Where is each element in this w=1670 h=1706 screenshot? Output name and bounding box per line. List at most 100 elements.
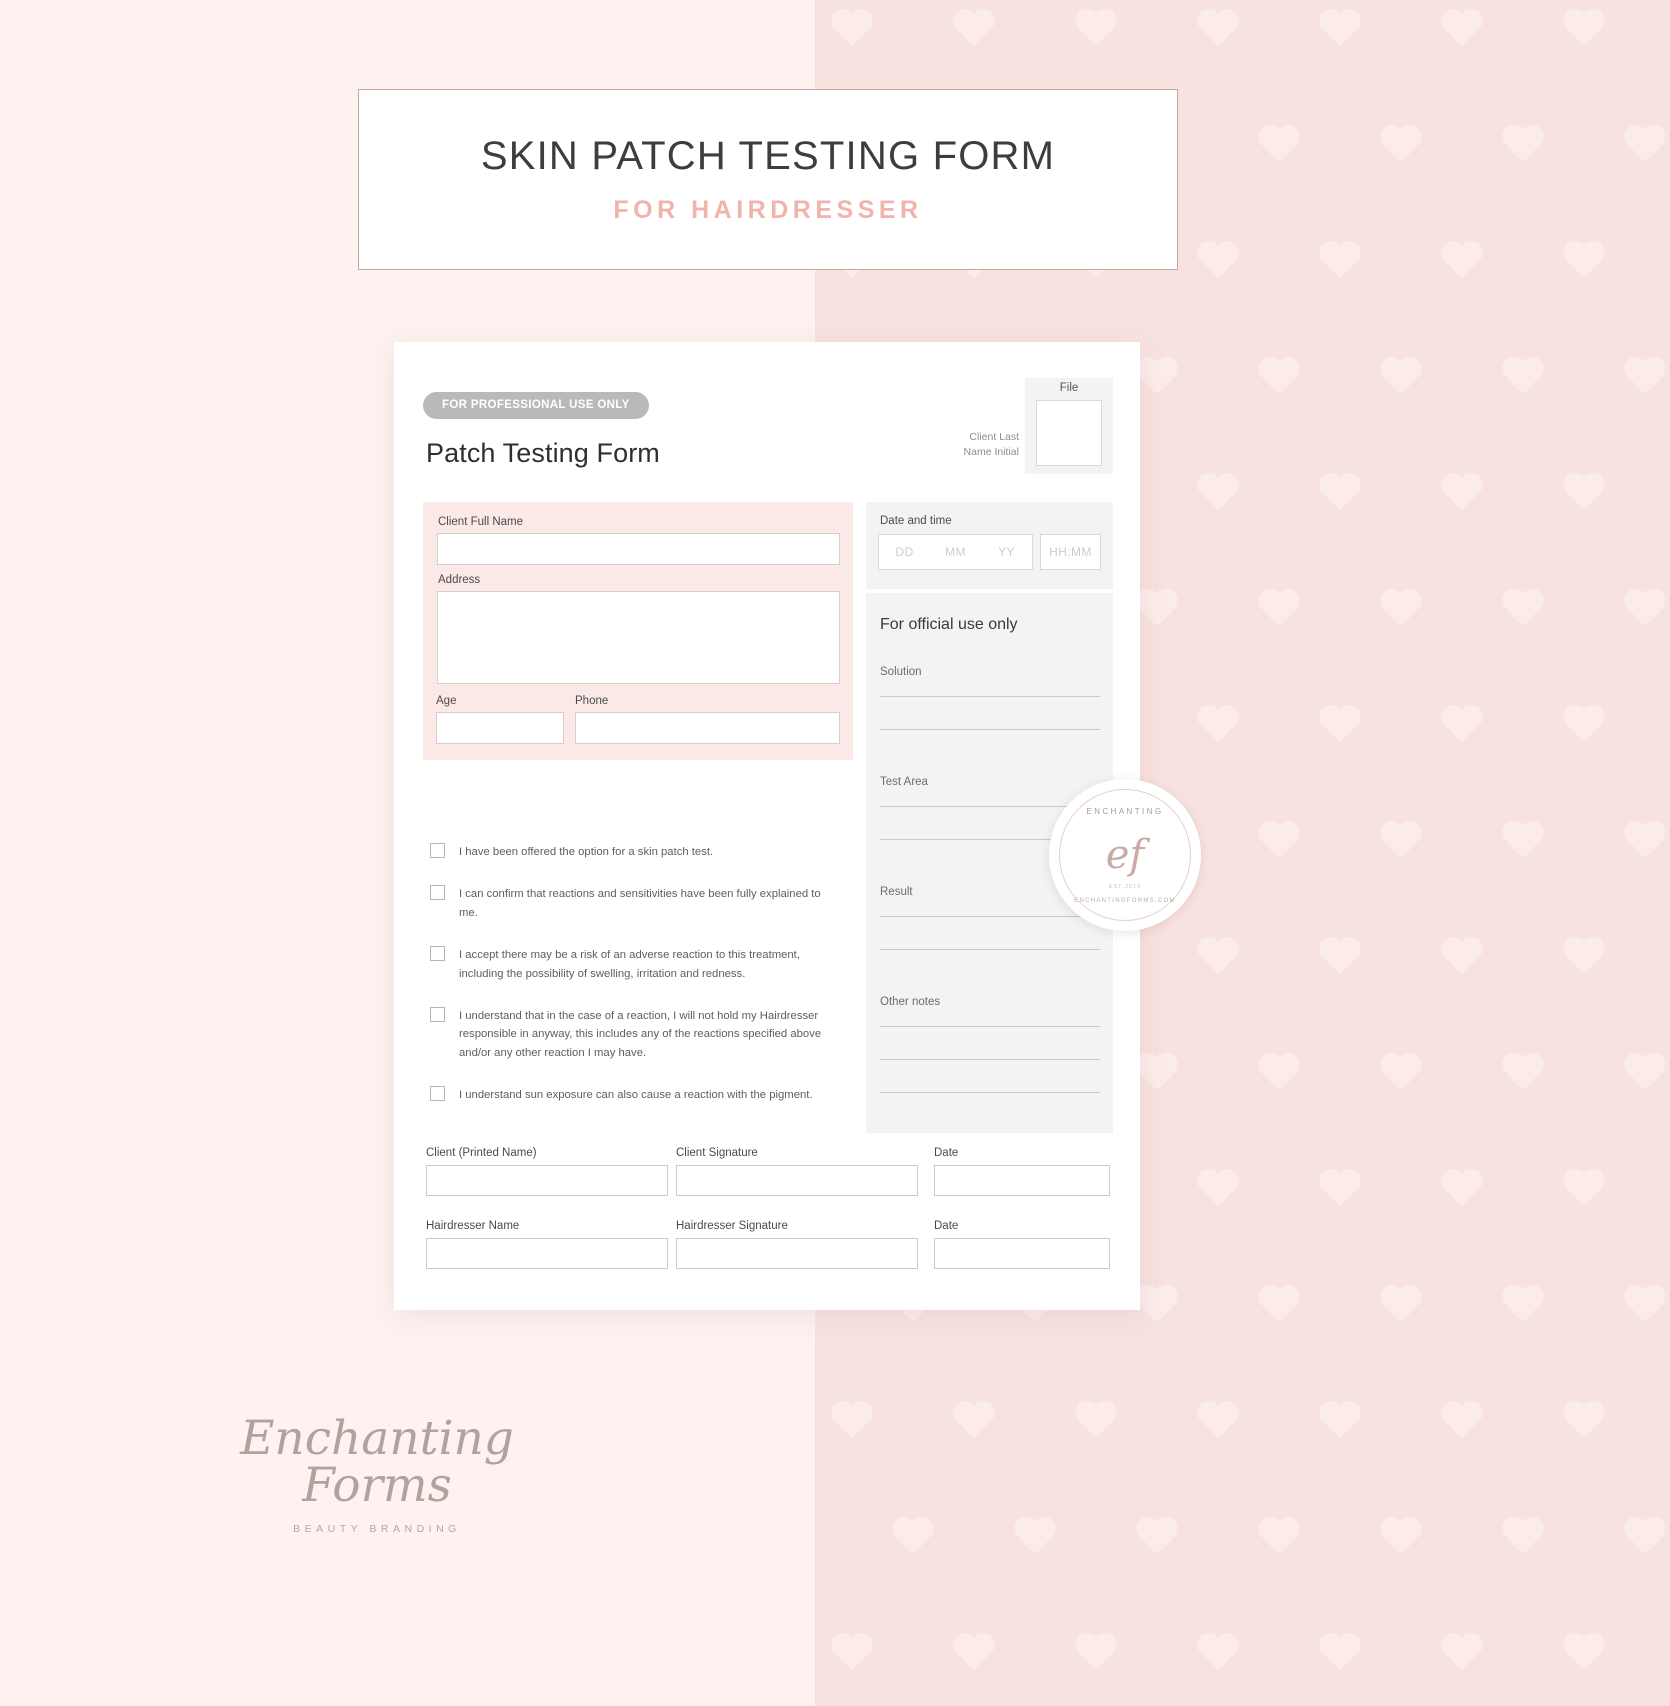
heart-icon [829, 1402, 875, 1444]
age-input[interactable] [436, 712, 564, 744]
heart-icon [1622, 822, 1668, 864]
heart-icon [1317, 242, 1363, 284]
professional-use-badge: FOR PROFESSIONAL USE ONLY [423, 392, 649, 419]
consent-list: I have been offered the option for a ski… [424, 842, 824, 1127]
month-input[interactable]: MM [930, 535, 981, 569]
heart-icon [1378, 126, 1424, 168]
heart-icon [1317, 938, 1363, 980]
client-signature-input[interactable] [676, 1165, 918, 1196]
other-notes-write-line-1[interactable] [880, 1026, 1100, 1027]
brand-stamp-watermark: ENCHANTING ef EST 2019 ENCHANTINGFORMS.C… [1049, 779, 1201, 931]
heart-icon [1500, 1054, 1546, 1096]
client-info-block: Client Full Name Address Age Phone [423, 502, 853, 760]
brand-name: Enchanting Forms [240, 1411, 514, 1513]
heart-icon [1561, 10, 1607, 52]
file-dropzone[interactable] [1036, 400, 1102, 466]
other-notes-write-line-2[interactable] [880, 1059, 1100, 1060]
heart-icon [1622, 126, 1668, 168]
heart-icon [1378, 358, 1424, 400]
client-date-input[interactable] [934, 1165, 1110, 1196]
address-input[interactable] [437, 591, 840, 684]
consent-text: I can confirm that reactions and sensiti… [459, 888, 821, 919]
consent-text: I accept there may be a risk of an adver… [459, 949, 800, 980]
heart-icon [1256, 126, 1302, 168]
checkbox-icon[interactable] [430, 1086, 445, 1101]
heart-icon [1561, 242, 1607, 284]
hairdresser-name-cell: Hairdresser Name [426, 1220, 668, 1269]
consent-item[interactable]: I understand sun exposure can also cause… [424, 1085, 824, 1103]
other-notes-write-line-3[interactable] [880, 1092, 1100, 1093]
heart-icon [1500, 358, 1546, 400]
page-title: SKIN PATCH TESTING FORM [480, 134, 1056, 178]
heart-icon [1134, 1286, 1180, 1328]
year-input[interactable]: YY [981, 535, 1032, 569]
heart-icon [1439, 242, 1485, 284]
heart-icon [1439, 1634, 1485, 1676]
client-printed-name-label: Client (Printed Name) [426, 1147, 537, 1159]
heart-icon [1622, 1518, 1668, 1560]
heart-icon [1195, 1402, 1241, 1444]
heart-icon [951, 1634, 997, 1676]
heart-icon [1134, 358, 1180, 400]
heart-icon [890, 1518, 936, 1560]
page-subtitle: FOR HAIRDRESSER [613, 196, 923, 224]
consent-item[interactable]: I accept there may be a risk of an adver… [424, 945, 824, 982]
client-printed-name-input[interactable] [426, 1165, 668, 1196]
heart-icon [1073, 1634, 1119, 1676]
test-area-label: Test Area [880, 776, 928, 788]
heart-icon [1317, 706, 1363, 748]
heart-icon [1073, 1402, 1119, 1444]
stamp-ring: ENCHANTING ef EST 2019 ENCHANTINGFORMS.C… [1059, 789, 1191, 921]
heart-icon [1561, 1170, 1607, 1212]
solution-write-line-2[interactable] [880, 729, 1100, 730]
solution-label: Solution [880, 666, 922, 678]
client-signature-label: Client Signature [676, 1147, 758, 1159]
heart-icon [1195, 1634, 1241, 1676]
hairdresser-signature-input[interactable] [676, 1238, 918, 1269]
hairdresser-date-input[interactable] [934, 1238, 1110, 1269]
heart-icon [1439, 706, 1485, 748]
checkbox-icon[interactable] [430, 885, 445, 901]
heart-icon [1195, 474, 1241, 516]
file-box: File [1025, 378, 1113, 474]
heart-icon [1500, 1286, 1546, 1328]
client-full-name-input[interactable] [437, 533, 840, 565]
heart-icon [1622, 358, 1668, 400]
stamp-established-text: EST 2019 [1108, 884, 1142, 890]
consent-item[interactable]: I can confirm that reactions and sensiti… [424, 884, 824, 921]
heart-icon [1439, 474, 1485, 516]
checkbox-icon[interactable] [430, 1006, 445, 1022]
consent-item[interactable]: I understand that in the case of a react… [424, 1006, 824, 1061]
day-input[interactable]: DD [879, 535, 930, 569]
checkbox-icon[interactable] [430, 843, 445, 858]
client-last-name-initial-label: Client Last Name Initial [963, 431, 1019, 459]
heart-icon [1134, 1518, 1180, 1560]
result-write-line-2[interactable] [880, 949, 1100, 950]
hairdresser-date-label: Date [934, 1220, 959, 1232]
client-date-label: Date [934, 1147, 959, 1159]
heart-icon [1195, 706, 1241, 748]
heart-icon [829, 1634, 875, 1676]
heart-icon [1256, 822, 1302, 864]
hairdresser-signature-label: Hairdresser Signature [676, 1220, 788, 1232]
phone-input[interactable] [575, 712, 840, 744]
heart-icon [1317, 1170, 1363, 1212]
heart-icon [829, 10, 875, 52]
phone-label: Phone [575, 695, 609, 707]
date-input-group[interactable]: DD MM YY [878, 534, 1033, 570]
hairdresser-name-input[interactable] [426, 1238, 668, 1269]
heart-icon [1378, 1286, 1424, 1328]
time-input[interactable]: HH:MM [1040, 534, 1101, 570]
solution-write-line-1[interactable] [880, 696, 1100, 697]
footer-branding: Enchanting Forms BEAUTY BRANDING [207, 1415, 547, 1535]
consent-text: I understand that in the case of a react… [459, 1009, 822, 1059]
heart-icon [1622, 590, 1668, 632]
checkbox-icon[interactable] [430, 946, 445, 962]
heart-icon [1378, 822, 1424, 864]
result-write-line-1[interactable] [880, 916, 1100, 917]
date-time-label: Date and time [880, 515, 952, 527]
client-printed-name-cell: Client (Printed Name) [426, 1147, 668, 1196]
stamp-top-text: ENCHANTING [1086, 807, 1164, 816]
heart-icon [1378, 1518, 1424, 1560]
consent-item[interactable]: I have been offered the option for a ski… [424, 842, 824, 860]
